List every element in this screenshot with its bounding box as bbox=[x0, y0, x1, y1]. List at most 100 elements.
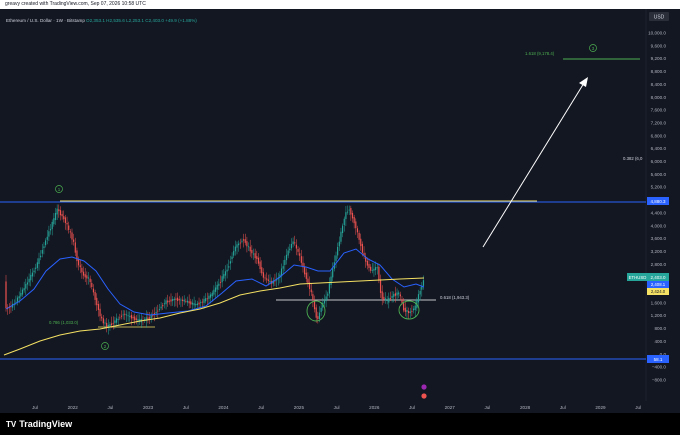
tradingview-logo[interactable]: TV TradingView bbox=[6, 419, 72, 429]
candle-body bbox=[292, 241, 294, 245]
candle-body bbox=[381, 291, 383, 299]
price-axis-label: 7,600.0 bbox=[651, 108, 667, 113]
candle-body bbox=[155, 311, 157, 314]
candle-body bbox=[91, 282, 93, 288]
candle-body bbox=[158, 309, 161, 310]
wave3-label: 3 bbox=[592, 46, 595, 51]
candle-body bbox=[251, 249, 253, 254]
candle-body bbox=[211, 292, 213, 297]
moving-average-blue[interactable] bbox=[5, 248, 425, 316]
candle-body bbox=[58, 209, 60, 212]
candle-body bbox=[246, 241, 248, 247]
screenshot: greavy created with TradingView.com, Sep… bbox=[0, 0, 680, 435]
candle-body bbox=[54, 212, 57, 221]
legend-ohlc: O2,353.1 H2,535.6 L2,253.1 C2,403.0 +49.… bbox=[86, 18, 197, 23]
candlestick-series[interactable] bbox=[5, 204, 425, 335]
candle-body bbox=[254, 253, 256, 259]
candle-body bbox=[196, 303, 198, 306]
candle-body bbox=[285, 254, 288, 261]
projection-arrow[interactable] bbox=[482, 82, 585, 248]
candle-body bbox=[320, 307, 322, 313]
time-axis-label: Jul bbox=[183, 405, 189, 410]
candle-body bbox=[180, 299, 182, 301]
dividend-icon[interactable] bbox=[421, 393, 427, 399]
time-axis[interactable]: Jul 2022 Jul 2023 Jul 2024 Jul 2025 Jul 2026 Jul 20… bbox=[32, 405, 641, 410]
candle-body bbox=[178, 299, 180, 301]
candle-body bbox=[231, 256, 233, 260]
candle-body bbox=[106, 322, 108, 328]
legend-symbol: Ethereum / U.S. Dollar · 1W · Bitstamp bbox=[6, 18, 85, 23]
candle-body bbox=[233, 251, 235, 256]
candle-body bbox=[205, 298, 207, 302]
candle-body bbox=[317, 316, 319, 320]
candle-body bbox=[120, 315, 123, 317]
candle-body bbox=[59, 210, 62, 216]
candle-body bbox=[177, 297, 179, 301]
price-axis-label: 9,600.0 bbox=[651, 43, 667, 48]
candle-body bbox=[173, 298, 175, 301]
bottom-circle-right[interactable] bbox=[398, 300, 420, 320]
candle-body bbox=[228, 266, 230, 268]
candle-body bbox=[119, 317, 121, 319]
candle-body bbox=[368, 264, 370, 268]
candle-body bbox=[150, 315, 152, 319]
candle-body bbox=[69, 231, 71, 233]
candle-body bbox=[78, 258, 80, 266]
candle-body bbox=[20, 293, 22, 297]
candle-body bbox=[295, 244, 297, 249]
top-line-badge-text: 4,880.3 bbox=[650, 199, 666, 204]
candle-body bbox=[206, 298, 208, 300]
candle-body bbox=[398, 292, 400, 295]
candle-body bbox=[318, 312, 321, 319]
candle-body bbox=[267, 279, 269, 282]
candle-body bbox=[125, 314, 128, 316]
candle-body bbox=[330, 276, 332, 285]
candle-body bbox=[208, 295, 210, 299]
candle-body bbox=[53, 218, 55, 225]
candle-body bbox=[399, 294, 401, 297]
candle-body bbox=[15, 301, 17, 303]
candle-body bbox=[163, 303, 165, 305]
candle-body bbox=[183, 299, 185, 302]
fib-mid-label: 0.618 (1,943.3) bbox=[440, 295, 470, 300]
time-axis-label: Jul bbox=[409, 405, 415, 410]
ma-yellow-badge-text: 2,424.0 bbox=[651, 289, 666, 294]
candle-body bbox=[87, 277, 90, 279]
chart-area[interactable]: Ethereum / U.S. Dollar · 1W · Bitstamp O… bbox=[0, 9, 680, 413]
candle-body bbox=[130, 315, 132, 319]
chart-canvas[interactable]: Ethereum / U.S. Dollar · 1W · Bitstamp O… bbox=[0, 9, 680, 413]
candle-body bbox=[259, 261, 261, 270]
event-icon[interactable] bbox=[421, 384, 427, 390]
candle-body bbox=[422, 280, 425, 286]
price-axis-label: −800.0 bbox=[652, 377, 667, 382]
candle-body bbox=[99, 308, 101, 317]
candle-body bbox=[190, 301, 192, 305]
candle-body bbox=[200, 302, 202, 304]
candle-body bbox=[112, 322, 114, 324]
candle-body bbox=[86, 275, 88, 279]
price-axis-label: −400.0 bbox=[652, 365, 667, 370]
candle-body bbox=[203, 298, 205, 303]
time-axis-label: 2022 bbox=[68, 405, 79, 410]
time-axis-label: Jul bbox=[258, 405, 264, 410]
time-axis-label: Jul bbox=[32, 405, 38, 410]
candle-body bbox=[68, 225, 70, 231]
candle-body bbox=[304, 266, 306, 275]
candle-body bbox=[401, 299, 403, 303]
price-axis-label: 1,200.0 bbox=[651, 313, 667, 318]
candle-body bbox=[300, 256, 302, 263]
candle-body bbox=[92, 288, 95, 293]
candle-body bbox=[340, 231, 342, 242]
candle-body bbox=[289, 248, 291, 251]
candle-body bbox=[33, 270, 35, 273]
candle-body bbox=[282, 266, 284, 269]
candle-body bbox=[391, 295, 393, 298]
symbol-badge-text: ETHUSD bbox=[629, 275, 647, 280]
candle-body bbox=[249, 246, 251, 252]
candle-body bbox=[94, 292, 96, 300]
candle-body bbox=[74, 242, 76, 253]
price-axis[interactable]: 10,000.0 9,600.0 9,200.0 8,800.0 8,400.0 8,00… bbox=[648, 31, 666, 383]
wave2-label: 2 bbox=[104, 344, 107, 349]
candle-body bbox=[373, 268, 375, 271]
time-axis-label: Jul bbox=[107, 405, 113, 410]
